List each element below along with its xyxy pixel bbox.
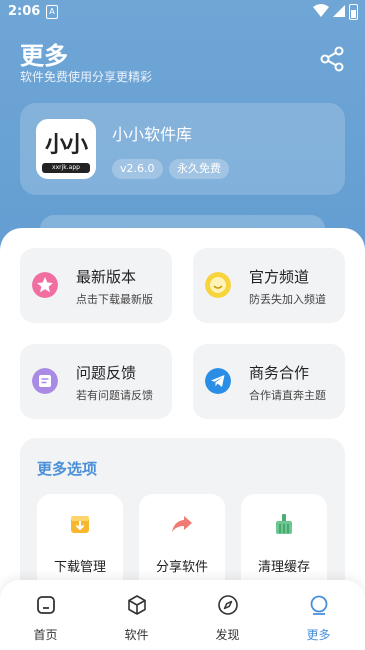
- feature-desc: 点击下载最新版: [76, 293, 153, 306]
- tab-discover[interactable]: 发现: [182, 580, 273, 650]
- feature-desc: 防丢失加入频道: [249, 293, 326, 306]
- version-badge: v2.6.0: [112, 159, 163, 179]
- logo-text: 小小: [44, 133, 88, 158]
- download-manager-button[interactable]: 下载管理: [37, 494, 123, 594]
- signal-icon: [333, 5, 345, 17]
- feature-desc: 若有问题请反馈: [76, 389, 153, 402]
- page-title: 更多: [20, 42, 68, 70]
- tab-more[interactable]: 更多: [273, 580, 364, 650]
- page-subtitle: 软件免费使用分享更精彩: [20, 70, 153, 84]
- home-icon: [37, 596, 55, 614]
- tab-label: 更多: [306, 628, 331, 642]
- bottom-tab-bar: 首页 软件 发现 更多: [0, 580, 365, 650]
- feature-official-channel[interactable]: 官方频道 防丢失加入频道: [193, 248, 345, 323]
- star-icon: [32, 272, 58, 298]
- status-bar: 2:06 A: [0, 0, 365, 24]
- download-icon: [71, 516, 89, 533]
- tab-label: 首页: [33, 628, 58, 642]
- feature-feedback[interactable]: 问题反馈 若有问题请反馈: [20, 344, 172, 419]
- more-options-title: 更多选项: [37, 460, 98, 478]
- option-label: 分享软件: [155, 560, 208, 575]
- feature-title: 最新版本: [76, 268, 137, 286]
- tab-label: 发现: [215, 628, 240, 642]
- feedback-icon: [32, 368, 58, 394]
- wifi-icon: [313, 4, 329, 17]
- cube-icon: [128, 595, 146, 615]
- telegram-icon: [205, 368, 231, 394]
- clear-cache-button[interactable]: 清理缓存: [241, 494, 327, 594]
- battery-icon: [349, 4, 358, 20]
- sim-icon: A: [46, 5, 58, 19]
- smile-icon: [205, 272, 231, 298]
- feature-title: 商务合作: [249, 364, 310, 382]
- app-logo: 小小 xxrjk.app: [36, 119, 96, 179]
- feature-latest-version[interactable]: 最新版本 点击下载最新版: [20, 248, 172, 323]
- compass-icon: [218, 595, 238, 615]
- app-name: 小小软件库: [112, 125, 193, 144]
- feature-title: 官方频道: [249, 268, 310, 286]
- feature-desc: 合作请直奔主题: [249, 389, 326, 402]
- license-badge: 永久免费: [169, 159, 229, 179]
- broom-icon: [276, 514, 292, 534]
- logo-domain: xxrjk.app: [42, 163, 90, 173]
- app-info-card: 小小 xxrjk.app 小小软件库 v2.6.0 永久免费: [20, 103, 345, 195]
- feature-business[interactable]: 商务合作 合作请直奔主题: [193, 344, 345, 419]
- tab-label: 软件: [124, 628, 149, 642]
- option-label: 下载管理: [53, 560, 106, 575]
- more-icon: [310, 595, 328, 615]
- tab-home[interactable]: 首页: [0, 580, 91, 650]
- feature-title: 问题反馈: [76, 364, 137, 382]
- share-software-button[interactable]: 分享软件: [139, 494, 225, 594]
- share-icon[interactable]: [318, 45, 346, 73]
- status-time: 2:06: [8, 4, 41, 19]
- option-label: 清理缓存: [257, 560, 310, 575]
- share-arrow-icon: [172, 516, 192, 532]
- tab-software[interactable]: 软件: [91, 580, 182, 650]
